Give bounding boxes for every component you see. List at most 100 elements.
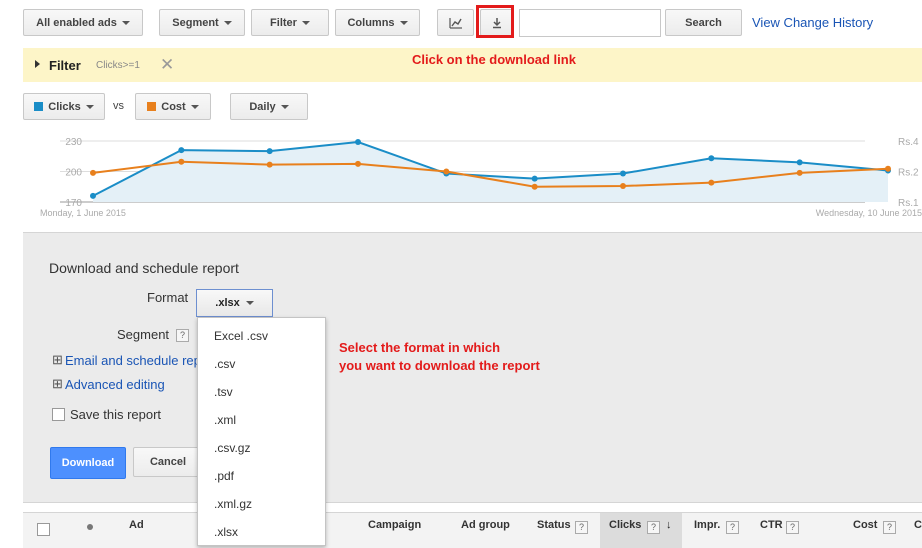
status-dot-icon	[87, 524, 93, 530]
col-ad[interactable]: Ad	[129, 519, 144, 531]
period-dropdown[interactable]: Daily	[230, 93, 308, 120]
select-all-checkbox[interactable]	[37, 523, 50, 536]
chevron-down-icon	[301, 20, 310, 25]
col-ctr[interactable]: CTR	[760, 519, 783, 531]
help-icon[interactable]: ?	[786, 521, 799, 534]
data-point-cost	[355, 160, 361, 167]
col-clicks[interactable]: Clicks	[609, 519, 641, 531]
help-icon[interactable]: ?	[176, 329, 189, 342]
help-icon[interactable]: ?	[647, 521, 660, 534]
chevron-down-icon	[280, 104, 289, 109]
chevron-down-icon	[399, 20, 408, 25]
metric2-label: Cost	[161, 100, 186, 113]
format-option[interactable]: .csv.gz	[198, 434, 325, 462]
help-icon[interactable]: ?	[883, 521, 896, 534]
metric1-label: Clicks	[48, 100, 81, 113]
data-point-clicks	[90, 192, 96, 199]
cost-color-swatch	[147, 102, 157, 111]
email-schedule-link[interactable]: Email and schedule rep	[65, 353, 201, 368]
sort-down-icon: ↓	[666, 519, 672, 531]
format-option[interactable]: .pdf	[198, 462, 325, 490]
segment-dropdown[interactable]: Segment	[159, 9, 245, 36]
columns-label: Columns	[347, 16, 395, 29]
filter-bar: Filter Clicks>=1 ✕ Click on the download…	[23, 48, 922, 82]
data-point-clicks	[796, 159, 803, 166]
expand-triangle-icon[interactable]	[35, 60, 40, 68]
help-icon[interactable]: ?	[575, 521, 588, 534]
col-cost[interactable]: Cost	[853, 519, 877, 531]
chevron-down-icon	[245, 301, 254, 305]
segment-label: Segment	[172, 16, 219, 29]
chevron-down-icon	[85, 104, 94, 109]
plus-icon[interactable]: ⊞	[52, 352, 63, 368]
y-tick-label-left: 230	[65, 137, 82, 148]
plus-icon[interactable]: ⊞	[52, 376, 63, 392]
data-point-clicks	[178, 147, 185, 154]
view-change-history-link[interactable]: View Change History	[752, 15, 873, 30]
chart-toggle-button[interactable]	[437, 9, 474, 36]
advanced-editing-link[interactable]: Advanced editing	[65, 377, 165, 392]
data-point-clicks	[531, 175, 538, 182]
format-option[interactable]: Excel .csv	[198, 322, 325, 350]
performance-chart: 230200170Rs.4Rs.2Rs.1Monday, 1 June 2015…	[40, 137, 922, 218]
chevron-down-icon	[223, 20, 232, 25]
format-annotation-line1: Select the format in which	[339, 340, 501, 355]
close-icon[interactable]: ✕	[160, 55, 174, 75]
data-point-cost	[796, 169, 803, 176]
data-point-cost	[885, 165, 891, 172]
chevron-down-icon	[121, 20, 130, 25]
data-point-clicks	[620, 170, 626, 177]
cancel-button[interactable]: Cancel	[133, 447, 203, 477]
search-button[interactable]: Search	[665, 9, 742, 36]
data-point-cost	[266, 161, 273, 168]
x-start-label: Monday, 1 June 2015	[40, 208, 126, 218]
download-link-annotation: Click on the download link	[412, 52, 576, 67]
data-point-clicks	[266, 148, 273, 155]
download-panel-title: Download and schedule report	[49, 260, 239, 276]
format-option[interactable]: .tsv	[198, 378, 325, 406]
data-point-cost	[90, 169, 96, 176]
format-option[interactable]: .csv	[198, 350, 325, 378]
help-icon[interactable]: ?	[726, 521, 739, 534]
col-status[interactable]: Status	[537, 519, 571, 531]
segment-label: Segment	[117, 327, 170, 342]
data-point-clicks	[708, 155, 715, 162]
format-menu: Excel .csv .csv .tsv .xml .csv.gz .pdf .xml.gz…	[197, 317, 326, 546]
format-annotation-line2: you want to download the report	[339, 358, 540, 373]
col-truncated[interactable]: C	[914, 519, 922, 531]
period-label: Daily	[249, 100, 276, 113]
col-campaign[interactable]: Campaign	[368, 519, 421, 531]
save-report-checkbox[interactable]	[52, 408, 65, 421]
vs-label: vs	[113, 100, 124, 112]
line-chart-icon	[448, 17, 462, 29]
filter-condition[interactable]: Clicks>=1	[96, 60, 140, 71]
all-enabled-ads-label: All enabled ads	[36, 16, 117, 29]
filter-label: Filter	[270, 16, 297, 29]
save-report-label: Save this report	[70, 407, 162, 422]
filter-dropdown[interactable]: Filter	[251, 9, 329, 36]
format-option[interactable]: .xml	[198, 406, 325, 434]
download-report-label: Download	[61, 457, 115, 469]
data-point-cost	[443, 168, 450, 175]
col-ad-group[interactable]: Ad group	[461, 519, 510, 531]
format-option[interactable]: .xml.gz	[198, 490, 325, 518]
format-option[interactable]: .xlsx	[198, 518, 325, 546]
metric2-dropdown[interactable]: Cost	[135, 93, 211, 120]
col-impr[interactable]: Impr.	[694, 519, 720, 531]
x-end-label: Wednesday, 10 June 2015	[816, 208, 922, 218]
columns-dropdown[interactable]: Columns	[335, 9, 420, 36]
y-tick-label-left: 200	[65, 168, 82, 179]
y-tick-label-right: Rs.2	[898, 168, 919, 179]
search-input[interactable]	[519, 9, 661, 37]
metric1-dropdown[interactable]: Clicks	[23, 93, 105, 120]
y-tick-label-right: Rs.4	[898, 137, 919, 148]
data-point-cost	[708, 179, 715, 186]
format-value: .xlsx	[215, 297, 240, 309]
data-point-clicks	[355, 139, 361, 146]
search-label: Search	[685, 16, 722, 29]
all-enabled-ads-dropdown[interactable]: All enabled ads	[23, 9, 143, 36]
download-report-button[interactable]: Download	[50, 447, 126, 479]
download-panel: Download and schedule report Format .xls…	[23, 232, 922, 503]
format-dropdown[interactable]: .xlsx	[196, 289, 273, 317]
filter-bar-label: Filter	[49, 58, 81, 73]
